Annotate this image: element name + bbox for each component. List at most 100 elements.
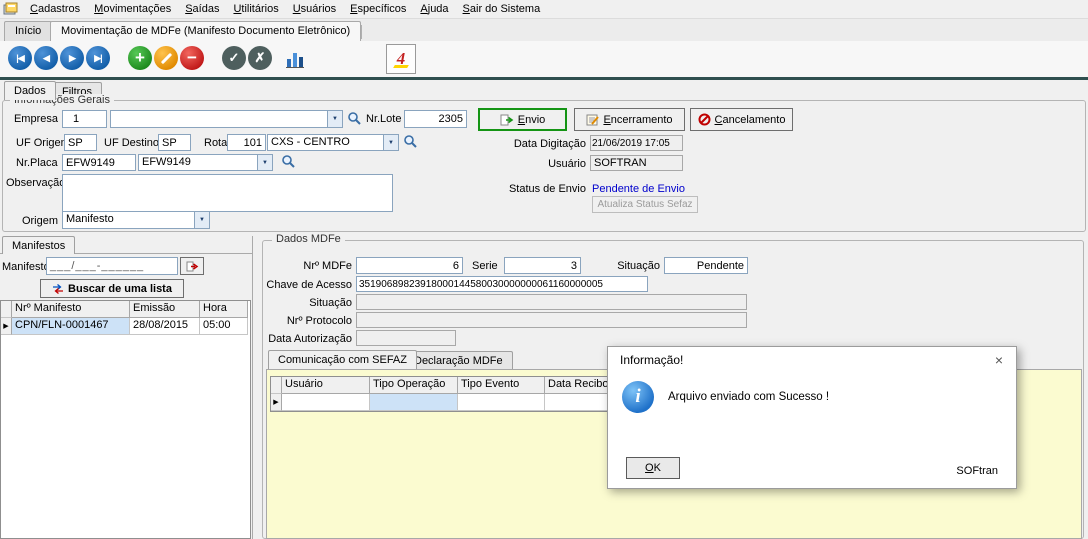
protocolo-label: Nrº Protocolo bbox=[286, 315, 352, 327]
data-digitacao-label: Data Digitação bbox=[513, 138, 586, 150]
serie-label: Serie bbox=[472, 260, 498, 272]
tab-comunicacao-sefaz[interactable]: Comunicação com SEFAZ bbox=[268, 350, 417, 369]
table-row[interactable]: ▶ bbox=[271, 394, 615, 411]
menu-usuarios[interactable]: Usuários bbox=[286, 1, 343, 17]
column-header: Emissão bbox=[130, 301, 200, 318]
manifesto-mask-input[interactable]: ___/___-______ bbox=[46, 257, 178, 275]
data-autorizacao-label: Data Autorização bbox=[268, 333, 352, 345]
dialog-brand: SOFtran bbox=[956, 465, 998, 477]
delete-record-button[interactable]: − bbox=[180, 46, 204, 70]
empresa-combo[interactable]: ▼ bbox=[110, 110, 343, 128]
column-header: Tipo Evento bbox=[458, 377, 545, 394]
row-marker-cell bbox=[1, 301, 12, 318]
nrlote-label: Nr.Lote bbox=[366, 113, 402, 125]
uf-destino-input[interactable]: SP bbox=[158, 134, 191, 151]
menu-ajuda[interactable]: Ajuda bbox=[413, 1, 455, 17]
edit-record-button[interactable] bbox=[154, 46, 178, 70]
tab-inicio[interactable]: Início bbox=[4, 21, 53, 41]
nr-mdfe-field[interactable]: 6 bbox=[356, 257, 463, 274]
row-marker-cell bbox=[271, 377, 282, 394]
situacao2-label: Situação bbox=[309, 297, 352, 309]
situacao2-field bbox=[356, 294, 747, 310]
chave-acesso-field[interactable]: 3519068982391800014458003000000006116000… bbox=[356, 276, 648, 292]
menu-saidas[interactable]: Saídas bbox=[178, 1, 226, 17]
column-header: Nrº Manifesto bbox=[12, 301, 130, 318]
separator-line bbox=[0, 77, 1088, 80]
encerramento-button[interactable]: Encerramento bbox=[574, 108, 685, 131]
confirm-button[interactable]: ✓ bbox=[222, 46, 246, 70]
add-record-button[interactable]: + bbox=[128, 46, 152, 70]
manifestos-grid: Nrº Manifesto Emissão Hora ▶ CPN/FLN-000… bbox=[0, 300, 251, 539]
pencil-icon bbox=[160, 52, 172, 64]
column-header: Data Recibo bbox=[545, 377, 611, 394]
observacao-label: Observação bbox=[6, 177, 66, 189]
manifesto-label: Manifesto bbox=[2, 261, 50, 273]
tab-strip: Início Movimentação de MDFe (Manifesto D… bbox=[0, 19, 1088, 41]
next-record-button[interactable]: ▶ bbox=[60, 46, 84, 70]
logo-button[interactable]: 4 bbox=[386, 44, 416, 74]
cancel-button[interactable]: ✗ bbox=[248, 46, 272, 70]
nrplaca-search-icon[interactable] bbox=[281, 154, 297, 170]
manifestos-grid-header: Nrº Manifesto Emissão Hora bbox=[1, 301, 250, 318]
last-record-button[interactable]: ▶| bbox=[86, 46, 110, 70]
rota-input[interactable]: 101 bbox=[227, 134, 266, 151]
buscar-lista-button[interactable]: Buscar de uma lista bbox=[40, 279, 184, 298]
status-envio-label: Status de Envio bbox=[508, 183, 586, 195]
menu-movimentacoes[interactable]: Movimentações bbox=[87, 1, 178, 17]
current-row-marker: ▶ bbox=[1, 318, 12, 335]
manifesto-send-button[interactable] bbox=[180, 257, 204, 275]
usuario-field: SOFTRAN bbox=[590, 155, 683, 171]
menu-cadastros[interactable]: Cadastros bbox=[23, 1, 87, 17]
nrplaca-combo[interactable]: EFW9149 ▼ bbox=[138, 154, 273, 171]
menubar: Cadastros Movimentações Saídas Utilitári… bbox=[0, 0, 1088, 19]
atualiza-status-sefaz-button: Atualiza Status Sefaz bbox=[592, 196, 698, 213]
dialog-title: Informação! bbox=[620, 353, 684, 367]
tab-dados[interactable]: Dados bbox=[4, 81, 56, 100]
first-record-button[interactable]: |◀ bbox=[8, 46, 32, 70]
menu-sair[interactable]: Sair do Sistema bbox=[456, 1, 548, 17]
situacao-label: Situação bbox=[617, 260, 660, 272]
tab-manifestos[interactable]: Manifestos bbox=[2, 236, 76, 254]
column-header: Tipo Operação bbox=[370, 377, 458, 394]
envio-button[interactable]: Envio bbox=[478, 108, 567, 131]
chevron-down-icon[interactable]: ▼ bbox=[194, 212, 209, 228]
tab-declaracao-mdfe[interactable]: Declaração MDFe bbox=[404, 351, 513, 369]
empresa-input[interactable]: 1 bbox=[62, 110, 107, 128]
situacao-field[interactable]: Pendente bbox=[664, 257, 748, 274]
ok-button[interactable]: OK bbox=[626, 457, 680, 479]
rota-combo[interactable]: CXS - CENTRO ▼ bbox=[267, 134, 399, 151]
prev-record-button[interactable]: ◀ bbox=[34, 46, 58, 70]
column-header: Hora bbox=[200, 301, 248, 318]
comunicacao-grid: Usuário Tipo Operação Tipo Evento Data R… bbox=[270, 376, 616, 412]
app-window: Cadastros Movimentações Saídas Utilitári… bbox=[0, 0, 1088, 539]
chart-button[interactable] bbox=[284, 48, 306, 70]
table-row[interactable]: ▶ CPN/FLN-0001467 28/08/2015 05:00 bbox=[1, 318, 250, 335]
cancelamento-button[interactable]: Cancelamento bbox=[690, 108, 793, 131]
uf-origem-input[interactable]: SP bbox=[64, 134, 97, 151]
rota-search-icon[interactable] bbox=[403, 134, 419, 150]
comunicacao-grid-header: Usuário Tipo Operação Tipo Evento Data R… bbox=[271, 377, 615, 394]
dialog-message: Arquivo enviado com Sucesso ! bbox=[668, 391, 830, 403]
data-autorizacao-field bbox=[356, 330, 456, 346]
nrplaca-input[interactable]: EFW9149 bbox=[62, 154, 136, 171]
rota-label: Rota bbox=[204, 137, 228, 149]
column-header: Usuário bbox=[282, 377, 370, 394]
empresa-search-icon[interactable] bbox=[347, 111, 363, 127]
dialog-close-icon[interactable]: × bbox=[990, 351, 1008, 369]
document-icon bbox=[586, 114, 600, 125]
data-digitacao-field: 21/06/2019 17:05 bbox=[590, 135, 683, 151]
origem-combo[interactable]: Manifesto ▼ bbox=[62, 211, 210, 229]
swap-arrows-icon bbox=[53, 283, 64, 294]
observacao-textarea[interactable] bbox=[62, 174, 393, 212]
status-envio-value: Pendente de Envio bbox=[592, 183, 685, 195]
chevron-down-icon[interactable]: ▼ bbox=[383, 135, 398, 150]
nrlote-input[interactable]: 2305 bbox=[404, 110, 467, 128]
menu-especificos[interactable]: Específicos bbox=[343, 1, 413, 17]
chevron-down-icon[interactable]: ▼ bbox=[257, 155, 272, 170]
tab-mdfe[interactable]: Movimentação de MDFe (Manifesto Document… bbox=[50, 21, 362, 41]
chevron-down-icon[interactable]: ▼ bbox=[327, 111, 342, 127]
chave-acesso-label: Chave de Acesso bbox=[266, 279, 352, 291]
nrplaca-label: Nr.Placa bbox=[16, 157, 58, 169]
menu-utilitarios[interactable]: Utilitários bbox=[226, 1, 285, 17]
serie-field[interactable]: 3 bbox=[504, 257, 581, 274]
